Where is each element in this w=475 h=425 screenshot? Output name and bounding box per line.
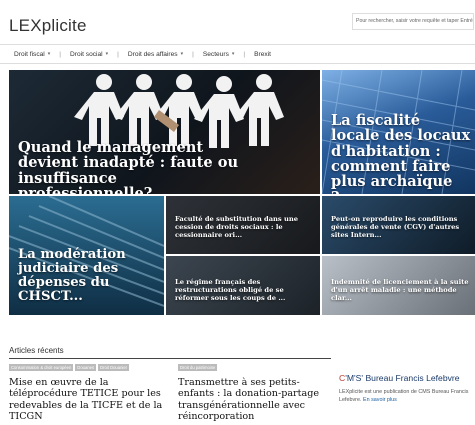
chevron-down-icon: ▾ [47, 51, 51, 57]
site-logo[interactable]: LEXplicite [9, 16, 87, 36]
cms-name: Bureau Francis Lefebvre [365, 373, 460, 383]
chevron-down-icon: ▾ [105, 51, 109, 57]
search-input[interactable]: Pour rechercher, saisir votre requête et… [352, 13, 474, 30]
featured-tile-restructurations[interactable]: Le régime français des restructurations … [166, 256, 320, 315]
nav-separator: | [243, 50, 246, 58]
article-tags: Droit du patrimoine [178, 364, 218, 371]
nav-label: Droit fiscal [14, 50, 45, 58]
tag[interactable]: Droit du patrimoine [178, 364, 218, 371]
main-nav: Droit fiscal ▾ | Droit social ▾ | Droit de… [0, 44, 475, 64]
featured-title: Faculté de substitution dans une cession… [175, 215, 298, 240]
featured-title: La modération judiciaire des dépenses du… [18, 247, 126, 304]
featured-tile-fiscalite-locale[interactable]: La fiscalité locale des locaux d'habitat… [322, 70, 475, 194]
nav-item-brexit[interactable]: Brexit [254, 51, 271, 58]
nav-item-droit-social[interactable]: Droit social ▾ [70, 51, 108, 58]
featured-title: La fiscalité locale des locaux d'habitat… [331, 112, 471, 194]
article-title[interactable]: Transmettre à ses petits-enfants : la do… [178, 377, 333, 422]
nav-separator: | [117, 50, 119, 58]
featured-tile-chsct[interactable]: La modération judiciaire des dépenses du… [9, 196, 164, 315]
featured-tile-licenciement[interactable]: Indemnité de licenciement à la suite d'u… [322, 256, 475, 315]
nav-label: Brexit [254, 50, 271, 58]
recent-articles-heading: Articles récents [9, 346, 331, 359]
nav-item-droit-fiscal[interactable]: Droit fiscal ▾ [14, 51, 50, 58]
cms-description: LEXplicite est une publication de CMS Bu… [339, 389, 475, 404]
nav-label: Secteurs [202, 50, 229, 58]
nav-item-secteurs[interactable]: Secteurs ▾ [203, 51, 235, 58]
nav-item-droit-des-affaires[interactable]: Droit des affaires ▾ [128, 51, 183, 58]
featured-title: Le régime français des restructurations … [175, 278, 286, 303]
cms-logo[interactable]: C'M'S' Bureau Francis Lefebvre [339, 373, 460, 383]
featured-tile-cgv[interactable]: Peut-on reproduire les conditions généra… [322, 196, 475, 254]
chevron-down-icon: ▾ [231, 51, 235, 57]
cms-logo-rest: 'M'S' [345, 373, 364, 383]
nav-label: Droit des affaires [127, 50, 178, 58]
chevron-down-icon: ▾ [180, 51, 184, 57]
nav-separator: | [59, 50, 62, 58]
header: LEXplicite Pour rechercher, saisir votre… [0, 0, 475, 44]
article-title[interactable]: Mise en œuvre de la téléprocédure TETICE… [9, 377, 164, 422]
featured-tile-faculte-substitution[interactable]: Faculté de substitution dans une cession… [166, 196, 320, 254]
tag[interactable]: Droit Douanier [98, 364, 130, 371]
featured-tile-management[interactable]: Quand le management devient inadapté : f… [9, 70, 320, 194]
nav-separator: | [192, 50, 194, 58]
article-tags: Consommation & droit européen Douanes Dr… [9, 364, 130, 371]
featured-title: Indemnité de licenciement à la suite d'u… [331, 278, 469, 303]
learn-more-link[interactable]: En savoir plus [363, 397, 397, 403]
tag[interactable]: Consommation & droit européen [9, 364, 74, 371]
nav-label: Droit social [70, 50, 103, 58]
featured-title: Peut-on reproduire les conditions généra… [331, 215, 460, 240]
cms-desc-text: LEXplicite est une publication de CMS Bu… [339, 389, 469, 403]
tag[interactable]: Douanes [75, 364, 97, 371]
featured-title: Quand le management devient inadapté : f… [18, 139, 239, 194]
